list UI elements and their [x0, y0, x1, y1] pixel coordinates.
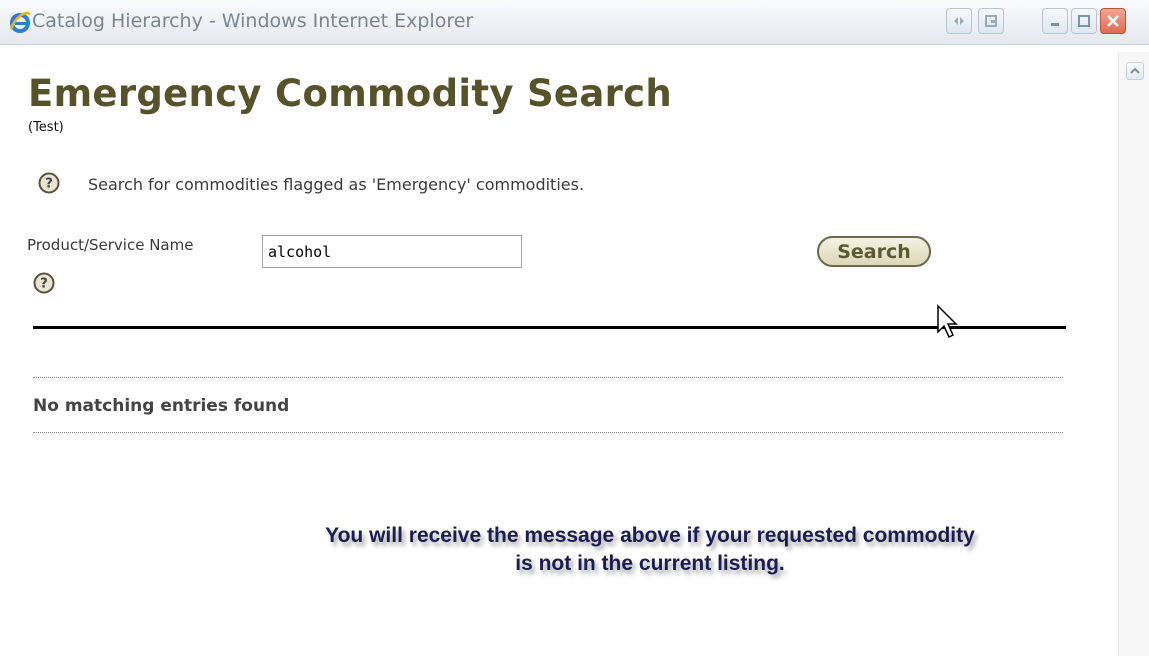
window-titlebar: Catalog Hierarchy - Windows Internet Exp…: [0, 0, 1149, 45]
window-title: Catalog Hierarchy - Windows Internet Exp…: [32, 10, 474, 32]
close-button[interactable]: [1100, 8, 1126, 34]
field-help-icon[interactable]: ?: [33, 272, 55, 294]
close-icon: [1107, 15, 1119, 27]
maximize-button[interactable]: [1071, 8, 1097, 34]
minimize-icon: [1051, 23, 1059, 26]
new-window-button[interactable]: [978, 8, 1004, 34]
product-name-input[interactable]: [262, 235, 522, 268]
compat-view-button[interactable]: [946, 8, 972, 34]
svg-text:?: ?: [45, 177, 53, 192]
no-results-message: No matching entries found: [33, 396, 290, 416]
results-top-divider: [33, 377, 1063, 378]
tutorial-annotation: You will receive the message above if yo…: [230, 522, 1070, 578]
compat-arrows-icon: [954, 17, 964, 25]
minimize-button[interactable]: [1042, 8, 1068, 34]
section-divider: [33, 326, 1066, 329]
chevron-up-icon: [1130, 67, 1140, 74]
scroll-up-button[interactable]: [1126, 62, 1144, 80]
internet-explorer-icon: [9, 12, 31, 33]
product-name-label: Product/Service Name: [27, 236, 194, 254]
vertical-scrollbar[interactable]: [1118, 52, 1149, 656]
search-button[interactable]: Search: [817, 236, 931, 267]
window-icon: [985, 15, 997, 27]
annotation-line-1: You will receive the message above if yo…: [325, 524, 975, 547]
annotation-line-2: is not in the current listing.: [515, 552, 785, 575]
environment-label: (Test): [28, 120, 64, 135]
search-description: Search for commodities flagged as 'Emerg…: [88, 175, 585, 194]
page-title: Emergency Commodity Search: [28, 72, 673, 115]
results-bottom-divider: [33, 432, 1063, 433]
svg-text:?: ?: [40, 277, 48, 292]
help-icon[interactable]: ?: [38, 172, 60, 194]
mouse-pointer-icon: [937, 304, 958, 339]
maximize-icon: [1078, 15, 1090, 27]
